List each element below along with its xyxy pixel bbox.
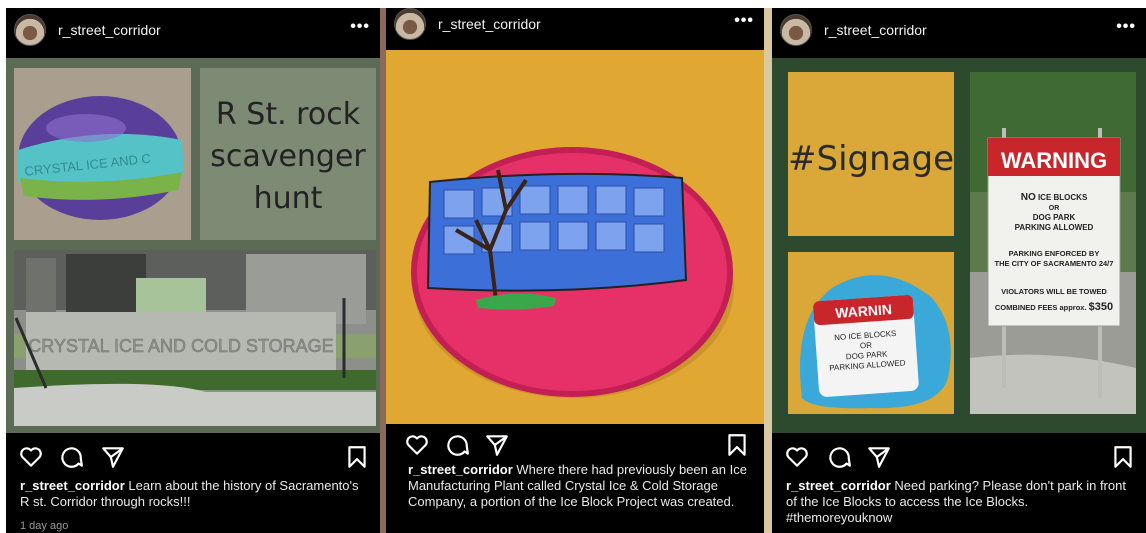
post-card-1: r_street_corridor ••• CRYSTAL ICE AND C … (6, 8, 380, 533)
post-image[interactable]: CRYSTAL ICE AND C R St. rock scavenger h… (6, 58, 380, 433)
share-icon[interactable] (484, 432, 510, 458)
sign-line: PARKING ENFORCED BY (1009, 249, 1100, 258)
sign-line: DOG PARK (1033, 213, 1076, 222)
caption: r_street_corridor Need parking? Please d… (786, 478, 1134, 526)
collage-image: CRYSTAL ICE AND C R St. rock scavenger h… (6, 58, 380, 433)
avatar[interactable] (394, 8, 426, 40)
post-card-3: r_street_corridor ••• #Signage WARNIN NO… (772, 8, 1146, 533)
rock-photo (386, 50, 764, 424)
username[interactable]: r_street_corridor (824, 22, 927, 38)
post-card-2: r_street_corridor ••• r_street_corridor … (386, 8, 764, 533)
more-icon[interactable]: ••• (734, 12, 754, 30)
tile-text-line-3: hunt (254, 181, 323, 216)
heart-icon[interactable] (784, 444, 810, 470)
username[interactable]: r_street_corridor (58, 22, 161, 38)
sign-line: THE CITY OF SACRAMENTO 24/7 (995, 259, 1114, 268)
sign-line: OR (1049, 205, 1060, 212)
tile-text-line-2: scavenger (210, 139, 366, 174)
rock-warning-line: OR (860, 341, 873, 351)
sign-text: CRYSTAL ICE AND COLD STORAGE (28, 336, 333, 356)
username[interactable]: r_street_corridor (438, 16, 541, 32)
avatar[interactable] (780, 14, 812, 46)
caption-username[interactable]: r_street_corridor (408, 462, 513, 477)
collage-image: #Signage WARNIN NO ICE BLOCKS OR DOG PAR… (772, 58, 1146, 433)
tile-text: #Signage (788, 139, 954, 179)
action-bar (386, 428, 764, 460)
sign-line: COMBINED FEES approx. $350 (995, 301, 1113, 313)
post-image[interactable]: #Signage WARNIN NO ICE BLOCKS OR DOG PAR… (772, 58, 1146, 433)
sign-line: NO ICE BLOCKS (1021, 192, 1088, 203)
comment-icon[interactable] (58, 444, 84, 470)
caption-username[interactable]: r_street_corridor (786, 478, 891, 493)
more-icon[interactable]: ••• (1116, 18, 1136, 36)
tile-text-line-1: R St. rock (216, 97, 361, 132)
post-image[interactable] (386, 50, 764, 424)
share-icon[interactable] (100, 444, 126, 470)
heart-icon[interactable] (404, 432, 430, 458)
comment-icon[interactable] (826, 444, 852, 470)
action-bar (772, 440, 1146, 472)
sign-title: WARNING (1001, 148, 1107, 173)
action-bar (6, 440, 380, 472)
comment-icon[interactable] (444, 432, 470, 458)
bookmark-icon[interactable] (344, 444, 370, 470)
share-icon[interactable] (866, 444, 892, 470)
post-header: r_street_corridor ••• (386, 8, 764, 40)
more-icon[interactable]: ••• (350, 18, 370, 36)
caption: r_street_corridor Learn about the histor… (20, 478, 368, 510)
heart-icon[interactable] (18, 444, 44, 470)
avatar[interactable] (14, 14, 46, 46)
bookmark-icon[interactable] (724, 432, 750, 458)
bookmark-icon[interactable] (1110, 444, 1136, 470)
sign-line: PARKING ALLOWED (1015, 223, 1094, 232)
post-header: r_street_corridor ••• (6, 8, 380, 52)
timestamp: 1 day ago (20, 520, 69, 532)
caption-username[interactable]: r_street_corridor (20, 478, 125, 493)
post-divider (764, 8, 772, 533)
post-header: r_street_corridor ••• (772, 8, 1146, 52)
sign-line: VIOLATORS WILL BE TOWED (1001, 287, 1107, 296)
caption: r_street_corridor Where there had previo… (408, 462, 752, 510)
